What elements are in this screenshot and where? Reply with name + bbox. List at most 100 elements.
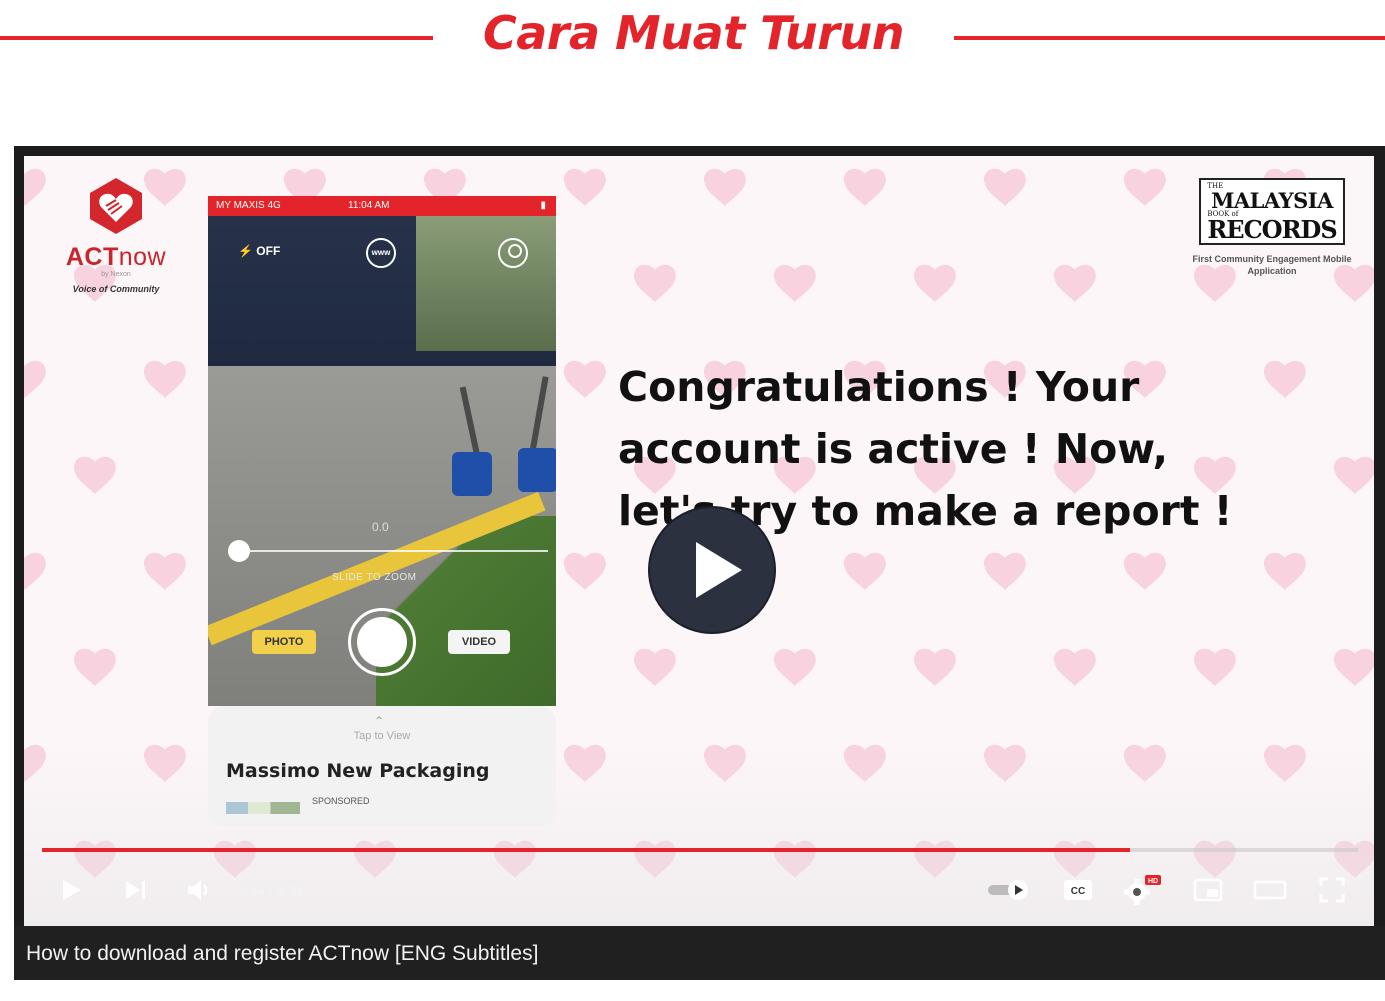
phone-time: 11:04 AM — [348, 200, 390, 211]
ad-tap-to-view: Tap to View — [353, 730, 411, 742]
fullscreen-button[interactable] — [1312, 872, 1352, 908]
actnow-by: by Nexon — [101, 271, 131, 278]
mbr-logo: THE MALAYSIA BOOK of RECORDS — [1199, 178, 1345, 245]
cc-label: CC — [1071, 886, 1085, 897]
autoplay-toggle-icon — [988, 880, 1028, 900]
heart-decoration — [1124, 552, 1166, 590]
phone-status-bar: MY MAXIS 4G 11:04 AM ▮ — [208, 196, 556, 216]
hd-badge: HD — [1148, 878, 1158, 885]
ad-sponsored-label: SPONSORED — [312, 796, 370, 806]
heart-decoration — [74, 456, 116, 494]
flash-toggle: ⚡ OFF — [238, 244, 280, 258]
video-title[interactable]: How to download and register ACTnow [ENG… — [26, 942, 538, 966]
skip-next-icon — [126, 881, 145, 899]
sponsored-ad-card: ⌃ Tap to View Massimo New Packaging SPON… — [208, 706, 556, 826]
fullscreen-icon — [1319, 877, 1345, 903]
play-button[interactable] — [52, 872, 92, 908]
page-heading: Cara Muat Turun — [483, 6, 905, 60]
heart-decoration — [564, 168, 606, 206]
chevron-up-icon: ⌃ — [374, 714, 385, 728]
gear-icon: HD — [1124, 875, 1161, 905]
ad-thumbnail — [226, 802, 300, 814]
scene-grass — [376, 516, 556, 706]
heart-decoration — [74, 648, 116, 686]
video-player[interactable]: ACTnow by Nexon Voice of Community THE M… — [14, 146, 1385, 980]
video-title-bar[interactable]: How to download and register ACTnow [ENG… — [14, 926, 1385, 980]
camera-viewfinder: ⚡ OFF www 0.0 SLIDE TO ZOOM PHOTO VIDEO — [208, 216, 556, 706]
heart-decoration — [844, 552, 886, 590]
scene-barrel — [518, 448, 556, 492]
video-frame[interactable]: ACTnow by Nexon Voice of Community THE M… — [24, 156, 1374, 926]
phone-carrier: MY MAXIS 4G — [216, 200, 281, 211]
mbr-malaysia: MALAYSIA — [1211, 188, 1333, 213]
heart-decoration — [1054, 264, 1096, 302]
zoom-slider-track — [238, 550, 548, 552]
heart-decoration — [634, 648, 676, 686]
heading-rule-right — [954, 36, 1385, 40]
battery-icon: ▮ — [540, 200, 546, 211]
actnow-wordmark: ACTnow — [46, 243, 186, 272]
heart-decoration — [1054, 648, 1096, 686]
heart-decoration — [634, 264, 676, 302]
heart-hand-icon — [90, 178, 142, 234]
profile-icon — [498, 238, 528, 268]
shutter-button — [348, 608, 416, 676]
heart-decoration — [144, 360, 186, 398]
miniplayer-button[interactable] — [1188, 872, 1228, 908]
play-icon — [63, 880, 81, 900]
actnow-logo: ACTnow by Nexon Voice of Community — [46, 176, 186, 294]
heart-decoration — [914, 648, 956, 686]
big-play-button[interactable] — [648, 506, 776, 634]
volume-button[interactable] — [180, 872, 220, 908]
play-icon — [696, 542, 742, 598]
heart-decoration — [774, 648, 816, 686]
zoom-label: SLIDE TO ZOOM — [332, 572, 417, 583]
autoplay-toggle[interactable] — [984, 872, 1034, 908]
flash-icon: ⚡ — [238, 244, 253, 258]
ad-title: Massimo New Packaging — [226, 760, 490, 782]
heart-decoration — [984, 552, 1026, 590]
scene-barrel — [452, 452, 492, 496]
flash-label: OFF — [256, 244, 281, 258]
heart-decoration — [844, 168, 886, 206]
heart-decoration — [1124, 168, 1166, 206]
progress-bar[interactable] — [42, 848, 1358, 852]
heart-decoration — [24, 168, 46, 206]
heart-decoration — [1264, 552, 1306, 590]
heart-decoration — [1264, 360, 1306, 398]
time-display: 3:44 / 4:31 — [238, 882, 305, 898]
heart-decoration — [704, 168, 746, 206]
globe-www-icon: www — [366, 238, 396, 268]
theater-icon — [1253, 880, 1287, 900]
heart-decoration — [984, 168, 1026, 206]
cc-icon: CC — [1064, 880, 1092, 900]
heart-decoration — [1194, 648, 1236, 686]
heart-decoration — [564, 360, 606, 398]
mbr-caption: First Community Engagement Mobile Applic… — [1192, 254, 1352, 276]
heart-decoration — [774, 264, 816, 302]
mbr-records: RECORDS — [1207, 215, 1337, 244]
photo-mode-button: PHOTO — [252, 630, 316, 654]
progress-bar-played — [42, 848, 1130, 852]
next-button[interactable] — [116, 872, 156, 908]
phone-screen-mockup: MY MAXIS 4G 11:04 AM ▮ ⚡ OFF www 0.0 SLI… — [208, 196, 556, 826]
heart-decoration — [1334, 648, 1374, 686]
actnow-tagline: Voice of Community — [72, 284, 160, 294]
heart-decoration — [144, 552, 186, 590]
heart-decoration — [24, 552, 46, 590]
heart-decoration — [914, 264, 956, 302]
heart-decoration — [1334, 456, 1374, 494]
theater-mode-button[interactable] — [1248, 872, 1292, 908]
miniplayer-icon — [1193, 878, 1223, 902]
subtitles-button[interactable]: CC — [1058, 872, 1098, 908]
heading-rule-left — [0, 36, 433, 40]
zoom-value: 0.0 — [372, 520, 389, 534]
volume-icon — [188, 880, 208, 900]
video-mode-button: VIDEO — [448, 630, 510, 654]
scene-trees — [416, 216, 556, 351]
heart-decoration — [24, 360, 46, 398]
malaysia-book-of-records-badge: THE MALAYSIA BOOK of RECORDS First Commu… — [1184, 178, 1360, 277]
heart-decoration — [564, 552, 606, 590]
settings-button[interactable]: HD — [1120, 872, 1166, 908]
actnow-wordmark-act: ACT — [65, 243, 119, 271]
